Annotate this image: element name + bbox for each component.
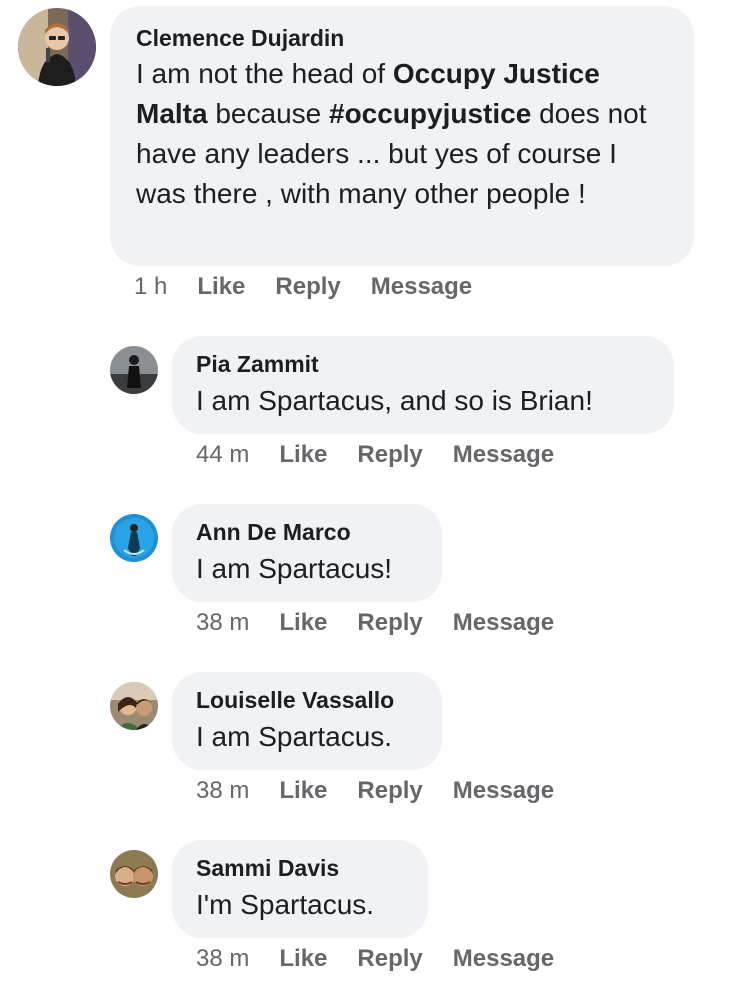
like-button[interactable]: Like xyxy=(279,776,327,806)
comment-bubble: Pia Zammit I am Spartacus, and so is Bri… xyxy=(172,336,674,434)
message-button[interactable]: Message xyxy=(453,944,554,974)
comment-timestamp: 1 h xyxy=(134,273,168,300)
comment-author[interactable]: Ann De Marco xyxy=(196,518,418,546)
like-button[interactable]: Like xyxy=(279,608,327,638)
comment-bubble: Louiselle Vassallo I am Spartacus. xyxy=(172,672,442,770)
message-button[interactable]: Message xyxy=(371,272,472,302)
comment-text-segment: because xyxy=(207,98,329,129)
comment-author[interactable]: Sammi Davis xyxy=(196,854,404,882)
avatar[interactable] xyxy=(110,346,158,394)
avatar[interactable] xyxy=(110,850,158,898)
comment-text: I am Spartacus, and so is Brian! xyxy=(196,385,593,416)
reply-button[interactable]: Reply xyxy=(357,440,422,470)
avatar[interactable] xyxy=(18,8,96,86)
avatar[interactable] xyxy=(110,514,158,562)
comment-timestamp: 38 m xyxy=(196,609,250,636)
like-button[interactable]: Like xyxy=(197,272,245,302)
comment-text: I am Spartacus. xyxy=(196,721,393,752)
message-button[interactable]: Message xyxy=(453,776,554,806)
comment-actions: 1 h Like Reply Message xyxy=(134,272,472,302)
reply-button[interactable]: Reply xyxy=(357,608,422,638)
comment-actions: 38 m Like Reply Message xyxy=(196,944,554,974)
comment-bubble: Clemence Dujardin I am not the head of O… xyxy=(110,6,694,266)
comment-text: I am not the head of Occupy Justice Malt… xyxy=(136,54,668,214)
avatar[interactable] xyxy=(110,682,158,730)
comment-actions: 38 m Like Reply Message xyxy=(196,608,554,638)
message-button[interactable]: Message xyxy=(453,608,554,638)
comment-author[interactable]: Pia Zammit xyxy=(196,350,650,378)
comment-text-segment: I am not the head of xyxy=(136,58,393,89)
message-button[interactable]: Message xyxy=(453,440,554,470)
comment-timestamp: 38 m xyxy=(196,777,250,804)
comment-timestamp: 44 m xyxy=(196,441,250,468)
reply-button[interactable]: Reply xyxy=(275,272,340,302)
comment-bubble: Ann De Marco I am Spartacus! xyxy=(172,504,442,602)
reply-button[interactable]: Reply xyxy=(357,944,422,974)
comment-actions: 44 m Like Reply Message xyxy=(196,440,554,470)
comment-bubble: Sammi Davis I'm Spartacus. xyxy=(172,840,428,938)
comment-text: I am Spartacus! xyxy=(196,553,393,584)
comment-author[interactable]: Louiselle Vassallo xyxy=(196,686,418,714)
like-button[interactable]: Like xyxy=(279,440,327,470)
reply-button[interactable]: Reply xyxy=(357,776,422,806)
comment-timestamp: 38 m xyxy=(196,945,250,972)
comment-text-bold-segment[interactable]: #occupyjustice xyxy=(329,98,531,129)
comment-author[interactable]: Clemence Dujardin xyxy=(136,24,668,52)
comment-actions: 38 m Like Reply Message xyxy=(196,776,554,806)
comment-text: I'm Spartacus. xyxy=(196,889,375,920)
like-button[interactable]: Like xyxy=(279,944,327,974)
